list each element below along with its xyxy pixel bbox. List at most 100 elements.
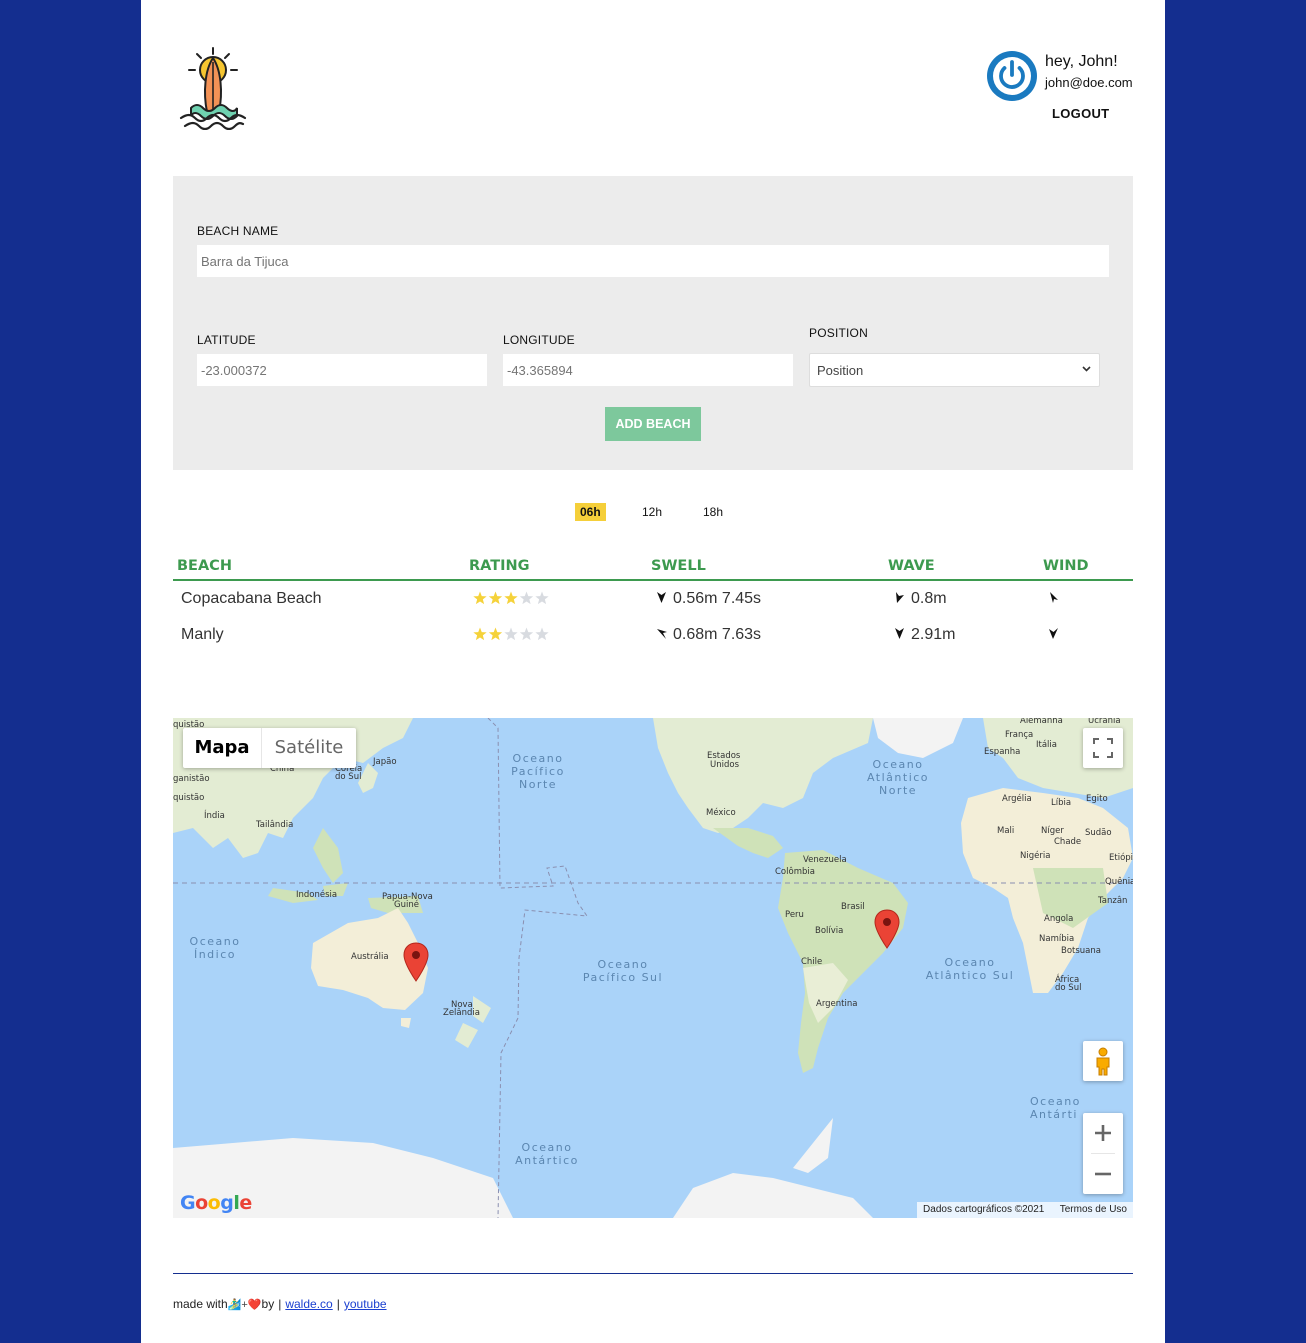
- direction-arrow-icon: [896, 592, 904, 603]
- zoom-control: [1083, 1113, 1123, 1194]
- beach-name-input[interactable]: [197, 245, 1109, 277]
- zoom-out-button[interactable]: [1083, 1154, 1123, 1194]
- direction-arrow-icon: [895, 628, 904, 639]
- surfboard-sun-icon[interactable]: [177, 46, 249, 131]
- map-label: México: [706, 808, 736, 818]
- power-icon[interactable]: [987, 51, 1037, 101]
- map-marker-icon[interactable]: [874, 909, 900, 949]
- tab-18h[interactable]: 18h: [698, 503, 728, 521]
- add-beach-form: BEACH NAME LATITUDE LONGITUDE POSITION P…: [173, 176, 1133, 470]
- footer-by: by: [261, 1297, 275, 1311]
- wind-cell: [1048, 590, 1065, 608]
- map-data-credit[interactable]: Dados cartográficos ©2021: [923, 1204, 1044, 1215]
- footer-link-walde[interactable]: walde.co: [285, 1297, 332, 1311]
- star-filled-icon: [504, 591, 518, 605]
- map-label: Mali: [997, 826, 1015, 836]
- map-label: França: [1005, 730, 1034, 740]
- tab-12h[interactable]: 12h: [637, 503, 667, 521]
- longitude-label: LONGITUDE: [503, 333, 575, 347]
- minus-icon: [1095, 1172, 1111, 1176]
- star-filled-icon: [473, 627, 487, 641]
- column-wind: WIND: [1043, 558, 1089, 574]
- ocean-label: Oceano Atlântico Norte: [866, 758, 930, 797]
- map-type-satellite-button[interactable]: Satélite: [262, 728, 356, 768]
- street-view-button[interactable]: [1083, 1041, 1123, 1081]
- user-email: john@doe.com: [1045, 75, 1133, 90]
- wind-arrow-icon: [1049, 628, 1058, 639]
- star-empty-icon: [535, 627, 549, 641]
- map-label: Espanha: [984, 747, 1021, 757]
- swell-cell: 0.68m 7.63s: [656, 626, 761, 644]
- map-attribution: Dados cartográficos ©2021 Termos de Uso: [917, 1202, 1133, 1218]
- ocean-label: Oceano Índico: [189, 935, 241, 961]
- wind-cell: [1048, 626, 1065, 644]
- rating-stars: [473, 591, 553, 610]
- position-label: POSITION: [809, 326, 868, 340]
- map-label: Níger: [1041, 826, 1064, 836]
- plus-icon: [1095, 1125, 1111, 1141]
- page: hey, John! john@doe.com LOGOUT BEACH NAM…: [141, 0, 1165, 1343]
- swell-cell: 0.56m 7.45s: [656, 590, 761, 608]
- fullscreen-button[interactable]: [1083, 728, 1123, 768]
- pegman-icon: [1096, 1047, 1110, 1076]
- add-beach-button[interactable]: ADD BEACH: [605, 407, 701, 441]
- position-select[interactable]: Position: [809, 353, 1100, 387]
- wave-value: 0.8m: [911, 590, 947, 607]
- star-empty-icon: [519, 591, 534, 605]
- map-label: Chade: [1054, 837, 1082, 847]
- map-label: do Sul: [335, 772, 362, 782]
- map-label: Alemanha: [1020, 718, 1063, 726]
- map-marker-icon[interactable]: [403, 942, 429, 982]
- map-label: Etiópi: [1109, 853, 1133, 863]
- map-label: Colômbia: [775, 867, 815, 877]
- longitude-input[interactable]: [503, 354, 793, 386]
- swell-value: 0.68m 7.63s: [673, 626, 762, 643]
- map-label: Austrália: [351, 952, 389, 962]
- terms-link[interactable]: Termos de Uso: [1060, 1204, 1127, 1215]
- ocean-label: Oceano Atlântico Sul: [925, 956, 1015, 982]
- map-label: Brasil: [841, 902, 865, 912]
- map-label: Tanzân: [1098, 896, 1128, 906]
- map-label: Zelândia: [443, 1008, 480, 1018]
- google-logo[interactable]: Google: [180, 1192, 252, 1214]
- map-label: Egito: [1086, 794, 1108, 804]
- star-empty-icon: [535, 591, 549, 605]
- column-swell: SWELL: [651, 558, 706, 574]
- star-empty-icon: [519, 627, 534, 641]
- separator: |: [278, 1297, 282, 1311]
- map-label: Quênia: [1105, 877, 1133, 887]
- tab-06h[interactable]: 06h: [575, 503, 606, 521]
- map-label: ganistão: [173, 774, 210, 784]
- map-type-control: Mapa Satélite: [183, 728, 356, 768]
- direction-arrow-icon: [657, 592, 666, 603]
- star-empty-icon: [504, 627, 518, 641]
- ocean-label: Oceano Pacífico Norte: [511, 752, 565, 791]
- table-row: Manly 0.68m 7.63s 2.91m: [173, 617, 1133, 653]
- map-label: Unidos: [710, 760, 739, 770]
- footer-made-with: made with: [173, 1297, 228, 1311]
- direction-arrow-icon: [657, 629, 667, 639]
- world-map[interactable]: quistão China Coreia do Sul Japão ganist…: [173, 718, 1133, 1218]
- map-label: do Sul: [1055, 983, 1082, 993]
- beach-name: Copacabana Beach: [181, 590, 322, 607]
- footer-icons: 🏄‍♂️+❤️: [227, 1299, 262, 1311]
- star-filled-icon: [473, 591, 487, 605]
- logout-button[interactable]: LOGOUT: [1052, 106, 1109, 121]
- map-label: Peru: [785, 910, 804, 920]
- footer: made with🏄‍♂️+❤️by | walde.co | youtube: [173, 1297, 387, 1311]
- ocean-label: Oceano Antártico: [515, 1141, 579, 1167]
- user-panel: hey, John! john@doe.com LOGOUT: [987, 50, 1133, 130]
- wave-cell: 0.8m: [894, 590, 947, 608]
- zoom-in-button[interactable]: [1083, 1113, 1123, 1153]
- map-label: Angola: [1044, 914, 1074, 924]
- separator: |: [336, 1297, 340, 1311]
- map-label: Sudão: [1085, 828, 1112, 838]
- forecast-table: BEACH RATING SWELL WAVE WIND Copacabana …: [173, 556, 1133, 653]
- wind-arrow-icon: [1050, 592, 1058, 603]
- star-filled-icon: [488, 591, 503, 605]
- map-type-map-button[interactable]: Mapa: [183, 728, 261, 768]
- beach-name: Manly: [181, 626, 224, 643]
- latitude-input[interactable]: [197, 354, 487, 386]
- footer-link-youtube[interactable]: youtube: [344, 1297, 387, 1311]
- wave-cell: 2.91m: [894, 626, 955, 644]
